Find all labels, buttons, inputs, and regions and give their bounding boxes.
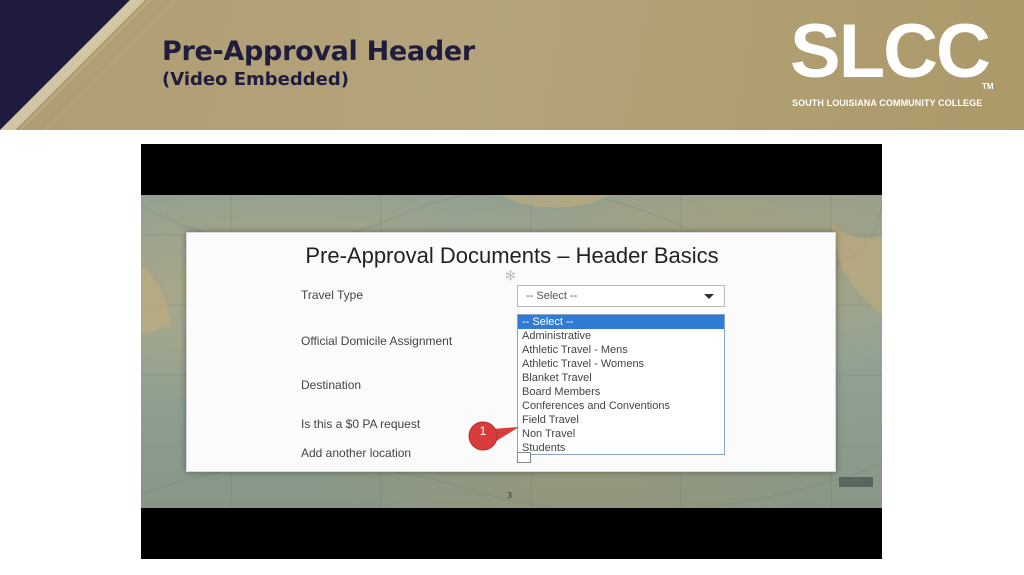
travel-type-select[interactable]: -- Select --: [517, 285, 725, 307]
slide-subtitle: (Video Embedded): [162, 69, 349, 90]
travel-type-label: Travel Type: [301, 288, 364, 302]
video-timestamp: 3: [507, 491, 513, 500]
travel-type-select-value: -- Select --: [526, 290, 578, 302]
video-controls-icon[interactable]: [839, 477, 873, 487]
dropdown-option-students[interactable]: Students: [518, 441, 724, 455]
embedded-video[interactable]: Pre-Approval Documents – Header Basics ✻…: [141, 144, 882, 559]
sparkle-icon: ✻: [505, 269, 516, 284]
slcc-logo: SLCC: [790, 9, 991, 94]
document-card: Pre-Approval Documents – Header Basics ✻…: [186, 232, 836, 472]
video-frame: Pre-Approval Documents – Header Basics ✻…: [141, 195, 882, 508]
official-domicile-label: Official Domicile Assignment: [301, 334, 453, 348]
chevron-down-icon: [704, 294, 714, 299]
header-banner: Pre-Approval Header (Video Embedded) SLC…: [0, 0, 1024, 130]
dropdown-option-blanket-travel[interactable]: Blanket Travel: [518, 371, 724, 385]
dropdown-option-administrative[interactable]: Administrative: [518, 329, 724, 343]
document-title: Pre-Approval Documents – Header Basics: [305, 243, 719, 268]
travel-type-dropdown[interactable]: -- Select -- Administrative Athletic Tra…: [517, 314, 725, 455]
add-location-checkbox[interactable]: [517, 452, 531, 463]
dropdown-option-non-travel[interactable]: Non Travel: [518, 427, 724, 441]
dropdown-option-board-members[interactable]: Board Members: [518, 385, 724, 399]
logo-tagline: SOUTH LOUISIANA COMMUNITY COLLEGE: [792, 98, 983, 108]
dropdown-option-field-travel[interactable]: Field Travel: [518, 413, 724, 427]
dropdown-option-select[interactable]: -- Select --: [518, 315, 724, 329]
dropdown-option-conferences[interactable]: Conferences and Conventions: [518, 399, 724, 413]
dropdown-option-athletic-mens[interactable]: Athletic Travel - Mens: [518, 343, 724, 357]
dropdown-option-athletic-womens[interactable]: Athletic Travel - Womens: [518, 357, 724, 371]
destination-label: Destination: [301, 378, 362, 392]
slide-title: Pre-Approval Header: [162, 36, 475, 67]
logo-trademark: TM: [982, 82, 994, 91]
callout-number: 1: [479, 424, 487, 438]
zero-pa-request-label: Is this a $0 PA request: [301, 417, 421, 431]
add-location-label: Add another location: [301, 446, 412, 460]
